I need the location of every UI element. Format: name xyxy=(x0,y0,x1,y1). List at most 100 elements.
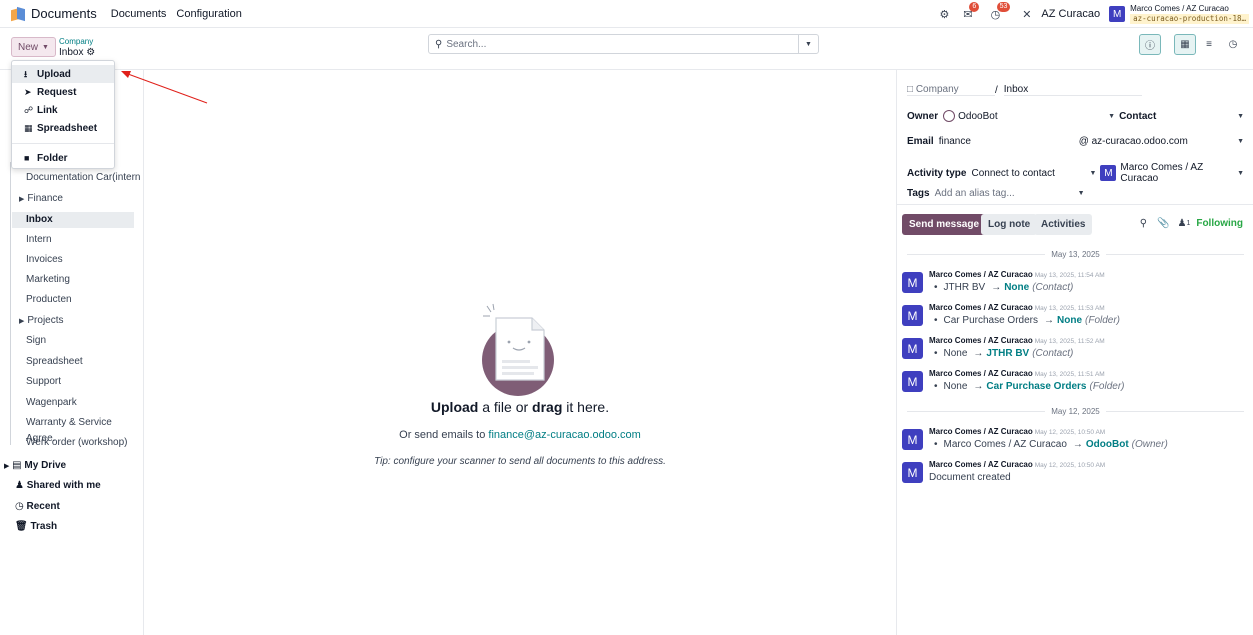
caret-down-icon[interactable]: ▼ xyxy=(1237,138,1244,145)
sidebar-item-projects[interactable]: ▶ Projects xyxy=(19,313,64,329)
message-author[interactable]: Marco Comes / AZ Curacao xyxy=(929,303,1033,312)
message-author[interactable]: Marco Comes / AZ Curacao xyxy=(929,427,1033,436)
users-icon: ♟ xyxy=(15,480,24,491)
message-date: May 13, 2025, 11:51 AM xyxy=(1034,371,1105,378)
kanban-view-button[interactable]: ▦ xyxy=(1174,34,1196,55)
scanner-tip: Tip: configure your scanner to send all … xyxy=(374,456,666,467)
caret-right-icon: ▶ xyxy=(19,196,25,203)
sidebar-item-sign[interactable]: Sign xyxy=(26,333,46,349)
info-toggle-button[interactable]: ⓘ xyxy=(1139,34,1161,55)
sidebar-item-marketing[interactable]: Marketing xyxy=(26,272,70,288)
sidebar-item-werk-order[interactable]: Werk order (workshop) xyxy=(26,435,128,451)
author-avatar[interactable]: M xyxy=(902,462,923,483)
path-folder[interactable]: Inbox xyxy=(1003,84,1142,96)
search-bar[interactable]: ⚲ Search... ▼ xyxy=(428,34,819,54)
activity-user-field[interactable]: Marco Comes / AZ Curacao xyxy=(1120,162,1237,184)
sidebar-my-drive[interactable]: ▶ ▤ My Drive xyxy=(4,458,66,474)
search-input[interactable]: Search... xyxy=(446,39,798,50)
dropdown-item-label: Request xyxy=(37,87,77,98)
message-author[interactable]: Marco Comes / AZ Curacao xyxy=(929,369,1033,378)
sidebar-trash[interactable]: 🗑 Trash xyxy=(15,519,57,535)
dropdown-spreadsheet[interactable]: ▦ Spreadsheet xyxy=(12,119,114,137)
company-switcher[interactable]: AZ Curacao xyxy=(1041,8,1100,20)
activities-button[interactable]: Activities xyxy=(1034,214,1093,235)
dropdown-item-label: Link xyxy=(37,105,58,116)
log-note-button[interactable]: Log note xyxy=(981,214,1038,235)
paperclip-icon[interactable]: 📎 xyxy=(1157,218,1169,229)
caret-down-icon: ▼ xyxy=(42,43,49,51)
sidebar-item-spreadsheet[interactable]: Spreadsheet xyxy=(26,354,83,370)
documents-app-icon[interactable] xyxy=(11,6,25,21)
gear-icon[interactable]: ⚙ xyxy=(86,47,95,58)
sidebar-item-label: Finance xyxy=(27,193,63,204)
details-panel: □ Company / Inbox Owner OdooBot ▼ Contac… xyxy=(896,70,1253,635)
sidebar-item-invoices[interactable]: Invoices xyxy=(26,252,63,268)
caret-down-icon[interactable]: ▼ xyxy=(1089,170,1096,177)
caret-down-icon[interactable]: ▼ xyxy=(1108,113,1115,120)
folder-path: □ Company / Inbox xyxy=(907,84,1142,96)
email-alias-field[interactable]: finance xyxy=(939,136,1079,147)
caret-down-icon[interactable]: ▼ xyxy=(1078,190,1085,197)
new-value: None xyxy=(1004,282,1030,293)
followers-icon[interactable]: ♟ xyxy=(1177,218,1186,229)
sidebar-item-inbox[interactable]: Inbox xyxy=(12,212,134,228)
chat-icon[interactable]: ✉ 6 xyxy=(963,1,980,21)
link-icon: ☍ xyxy=(24,105,34,115)
message-text: Document created xyxy=(929,472,1011,483)
owner-label: Owner xyxy=(907,110,939,122)
following-button[interactable]: Following xyxy=(1196,218,1243,229)
field-name: (Folder) xyxy=(1089,381,1125,392)
tags-input[interactable]: Add an alias tag... xyxy=(935,188,1078,199)
message-author[interactable]: Marco Comes / AZ Curacao xyxy=(929,336,1033,345)
database-name: az-curacao-production-18… xyxy=(1130,14,1249,24)
caret-down-icon[interactable]: ▼ xyxy=(1237,113,1244,120)
message-author[interactable]: Marco Comes / AZ Curacao xyxy=(929,270,1033,279)
sidebar-root-label: Recent xyxy=(26,501,60,512)
activity-clock-icon[interactable]: ◷ 53 xyxy=(991,1,1011,21)
author-avatar[interactable]: M xyxy=(902,429,923,450)
bug-icon[interactable]: ⚙ xyxy=(939,8,949,21)
author-avatar[interactable]: M xyxy=(902,305,923,326)
owner-field[interactable]: OdooBot xyxy=(958,111,1108,122)
sidebar-item-producten[interactable]: Producten xyxy=(26,292,72,308)
app-name[interactable]: Documents xyxy=(31,6,97,21)
author-avatar[interactable]: M xyxy=(902,371,923,392)
breadcrumb-parent[interactable]: Company xyxy=(59,36,95,47)
send-message-button[interactable]: Send message xyxy=(902,214,987,235)
author-avatar[interactable]: M xyxy=(902,272,923,293)
email-domain-field[interactable]: @ az-curacao.odoo.com xyxy=(1079,136,1237,147)
caret-right-icon: ▶ xyxy=(4,463,10,470)
dropdown-link[interactable]: ☍ Link xyxy=(12,101,114,119)
sidebar-recent[interactable]: ◷ Recent xyxy=(15,499,60,515)
activity-type-field[interactable]: Connect to contact xyxy=(971,168,1089,179)
sidebar-item-warranty[interactable]: Warranty & Service Agree. xyxy=(26,415,143,444)
old-value: None xyxy=(943,348,968,359)
new-button[interactable]: New ▼ xyxy=(11,37,56,57)
menu-configuration[interactable]: Configuration xyxy=(176,8,241,20)
author-avatar[interactable]: M xyxy=(902,338,923,359)
sidebar-item-finance[interactable]: ▶ Finance xyxy=(19,191,63,207)
dropdown-folder[interactable]: ■ Folder xyxy=(12,149,114,167)
email-label: Email xyxy=(907,136,934,147)
user-menu[interactable]: M Marco Comes / AZ Curacao az-curacao-pr… xyxy=(1109,4,1253,24)
menu-documents[interactable]: Documents xyxy=(111,8,167,20)
breadcrumb: Company Inbox ⚙ xyxy=(59,36,95,58)
list-view-button[interactable]: ≡ xyxy=(1198,34,1220,55)
search-options-toggle[interactable]: ▼ xyxy=(798,35,818,53)
caret-down-icon[interactable]: ▼ xyxy=(1237,170,1244,177)
tools-icon[interactable]: ✕ xyxy=(1022,8,1031,21)
sidebar-item-support[interactable]: Support xyxy=(26,374,61,390)
dropdown-upload[interactable]: ⭳ Upload xyxy=(12,65,114,83)
sidebar-item-wagenpark[interactable]: Wagenpark xyxy=(26,395,77,411)
date-separator: May 12, 2025 xyxy=(907,405,1245,417)
search-icon[interactable]: ⚲ xyxy=(1140,218,1147,229)
sidebar-item-intern[interactable]: Intern xyxy=(26,232,52,248)
dropdown-request[interactable]: ➤ Request xyxy=(12,83,114,101)
sidebar-shared-with-me[interactable]: ♟ Shared with me xyxy=(15,478,101,494)
sidebar-item-documentation-car[interactable]: Documentation Car(intern xyxy=(26,170,141,186)
inbox-email-link[interactable]: finance@az-curacao.odoo.com xyxy=(488,429,640,441)
contact-field[interactable]: Contact xyxy=(1119,111,1232,122)
message-author[interactable]: Marco Comes / AZ Curacao xyxy=(929,460,1033,469)
path-company-field[interactable]: □ Company xyxy=(907,84,995,96)
activity-view-button[interactable]: ◷ xyxy=(1222,34,1244,55)
